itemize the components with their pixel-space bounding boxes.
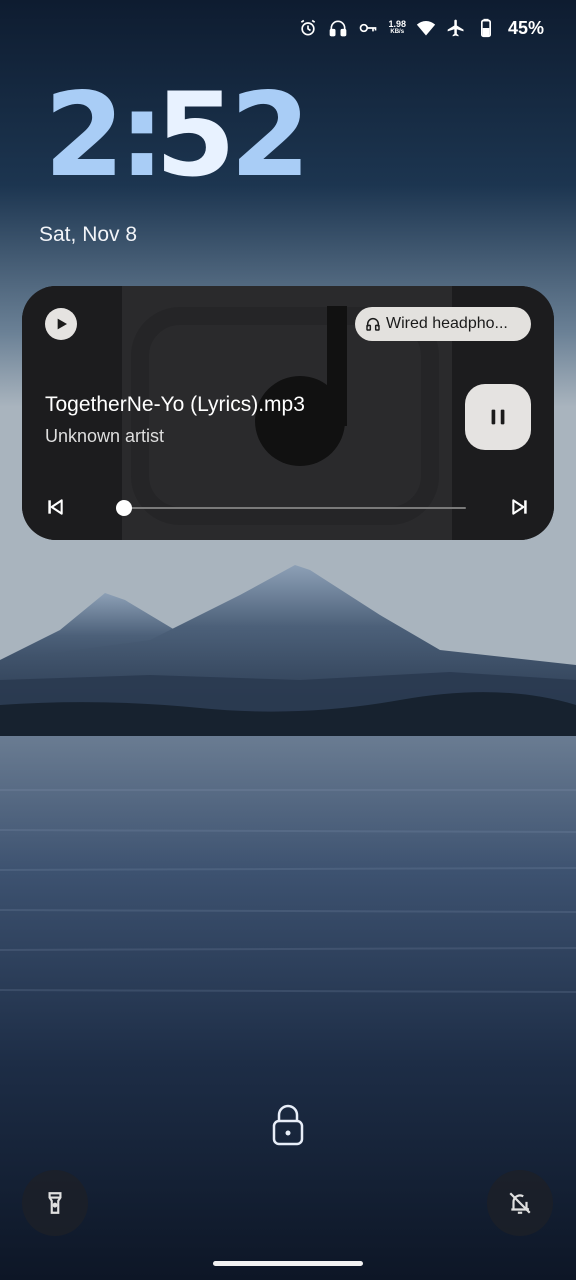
seek-bar-thumb[interactable]: [115, 500, 132, 516]
pause-button[interactable]: [465, 384, 531, 450]
skip-previous-icon: [48, 499, 63, 515]
battery-icon: [476, 18, 496, 38]
skip-next-icon: [512, 499, 527, 515]
skip-next-button[interactable]: [509, 496, 531, 518]
media-player-card[interactable]: Wired headpho... TogetherNe-Yo (Lyrics).…: [22, 286, 554, 540]
silent-mode-button[interactable]: [487, 1170, 553, 1236]
clock-minute-tens: 5: [155, 68, 236, 203]
headphones-icon: [366, 318, 380, 331]
flashlight-icon: [48, 1192, 62, 1214]
home-indicator[interactable]: [213, 1261, 363, 1266]
track-artist: Unknown artist: [45, 426, 165, 446]
wifi-icon: [416, 18, 436, 38]
lockscreen-date: Sat, Nov 8: [39, 223, 138, 246]
media-app-play-button[interactable]: [45, 308, 77, 340]
alarm-icon: [298, 18, 318, 38]
output-device-chip[interactable]: Wired headpho...: [355, 307, 531, 341]
lockscreen-clock: 2:52: [44, 78, 311, 194]
network-speed-value: 1.98: [388, 19, 406, 29]
lock-icon[interactable]: [270, 1103, 306, 1147]
track-title: TogetherNe-Yo (Lyrics).mp3: [45, 393, 305, 416]
battery-percent: 45%: [507, 17, 544, 38]
network-speed: 1.98 KB/s: [388, 20, 406, 36]
seek-bar[interactable]: [115, 500, 466, 516]
output-device-label: Wired headpho...: [386, 315, 508, 332]
network-speed-unit: KB/s: [390, 29, 405, 35]
headphones-icon: [328, 18, 348, 38]
airplane-icon: [446, 18, 466, 38]
play-icon: [57, 318, 67, 330]
clock-minute-ones: 2: [229, 68, 311, 203]
status-bar: 1.98 KB/s 45%: [298, 14, 544, 42]
flashlight-button[interactable]: [22, 1170, 88, 1236]
clock-separator: :: [118, 68, 165, 203]
pause-icon: [491, 409, 505, 425]
notifications-off-icon: [509, 1192, 531, 1214]
skip-previous-button[interactable]: [44, 496, 66, 518]
vpn-key-icon: [358, 18, 378, 38]
clock-hour: 2: [44, 68, 125, 203]
